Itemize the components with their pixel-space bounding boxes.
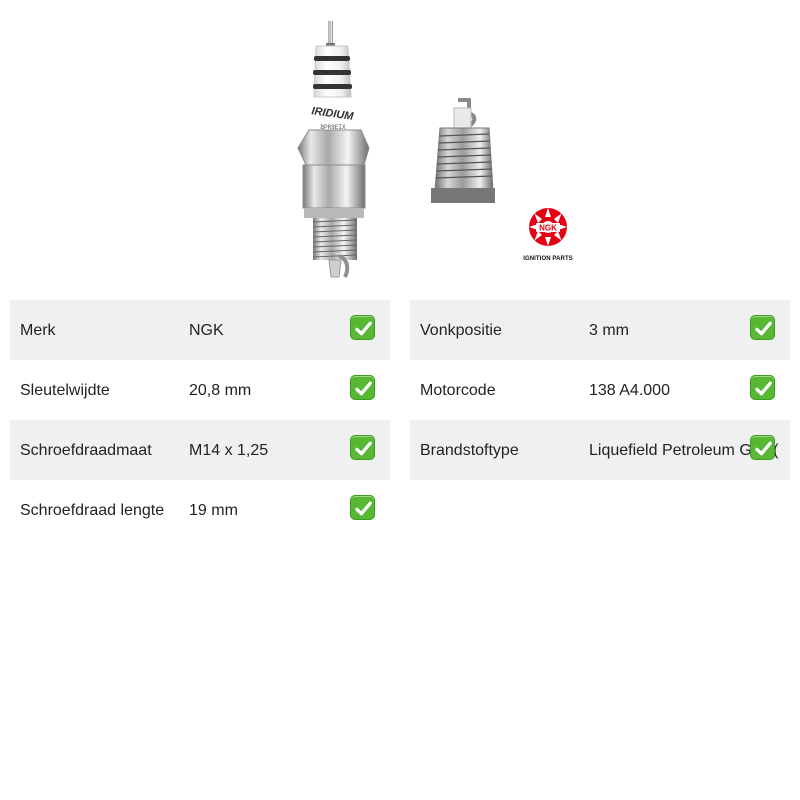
spec-label: Vonkpositie [420,322,502,339]
right-spec-table: Vonkpositie 3 mm Motorcode 138 A4.000 Brands… [410,300,790,480]
spec-row-schroefdraadmaat: Schroefdraadmaat M14 x 1,25 [10,420,390,480]
spec-row-schroefdraad-lengte: Schroefdraad lengte 19 mm [10,480,390,540]
check-mark-icon [750,435,775,460]
product-spec-page: IRIDIUM BPR8EIX NGK IGNITION PARTS Merk … [0,0,800,800]
ngk-logo: NGK [529,208,567,246]
spec-label: Schroefdraad lengte [20,502,165,519]
spec-value: 138 A4.000 [589,382,670,399]
plug-marking-main: IRIDIUM [311,105,355,123]
check-mark-icon [350,495,375,520]
spec-value: 19 mm [189,502,238,519]
ngk-logo-text: NGK [539,224,557,233]
spec-row-merk: Merk NGK [10,300,390,360]
product-image-gallery: IRIDIUM BPR8EIX NGK IGNITION PARTS [0,0,800,292]
check-mark-icon [350,375,375,400]
spark-plug-tip-detail-image [431,98,495,203]
spec-row-brandstoftype: Brandstoftype Liquefield Petroleum Gas ( [410,420,790,480]
spec-row-motorcode: Motorcode 138 A4.000 [410,360,790,420]
check-mark-icon [350,435,375,460]
spec-label: Merk [20,322,56,339]
check-mark-icon [750,315,775,340]
left-spec-table: Merk NGK Sleutelwijdte 20,8 mm Schroefdraadm… [10,300,390,540]
spec-label: Sleutelwijdte [20,382,110,399]
ngk-tagline: IGNITION PARTS [523,256,573,262]
spec-label: Schroefdraadmaat [20,442,152,459]
spec-value: 3 mm [589,322,629,339]
spec-label: Motorcode [420,382,496,399]
spec-value: NGK [189,322,224,339]
spec-row-sleutelwijdte: Sleutelwijdte 20,8 mm [10,360,390,420]
check-mark-icon [350,315,375,340]
spark-plug-main-image: IRIDIUM BPR8EIX [297,21,370,278]
spec-label: Brandstoftype [420,442,519,459]
spec-row-vonkpositie: Vonkpositie 3 mm [410,300,790,360]
check-mark-icon [750,375,775,400]
spec-value: 20,8 mm [189,382,252,399]
spec-value: M14 x 1,25 [189,442,269,459]
